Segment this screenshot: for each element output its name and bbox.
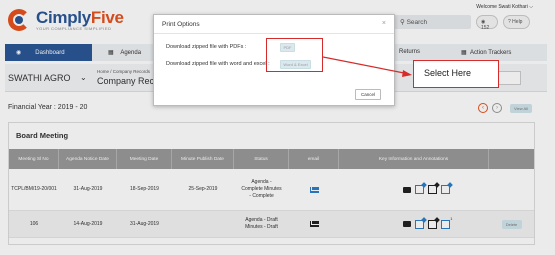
modal-title: Print Options [162,21,200,28]
highlight-box [266,38,323,72]
close-icon[interactable]: × [382,20,386,27]
cancel-button[interactable]: Cancel [355,89,381,100]
modal-divider [154,33,394,34]
select-here-callout: Select Here [413,60,499,88]
pdf-option-label: Download zipped file with PDFs : [166,44,247,50]
word-excel-option-label: Download zipped file with word and excel… [166,61,270,67]
